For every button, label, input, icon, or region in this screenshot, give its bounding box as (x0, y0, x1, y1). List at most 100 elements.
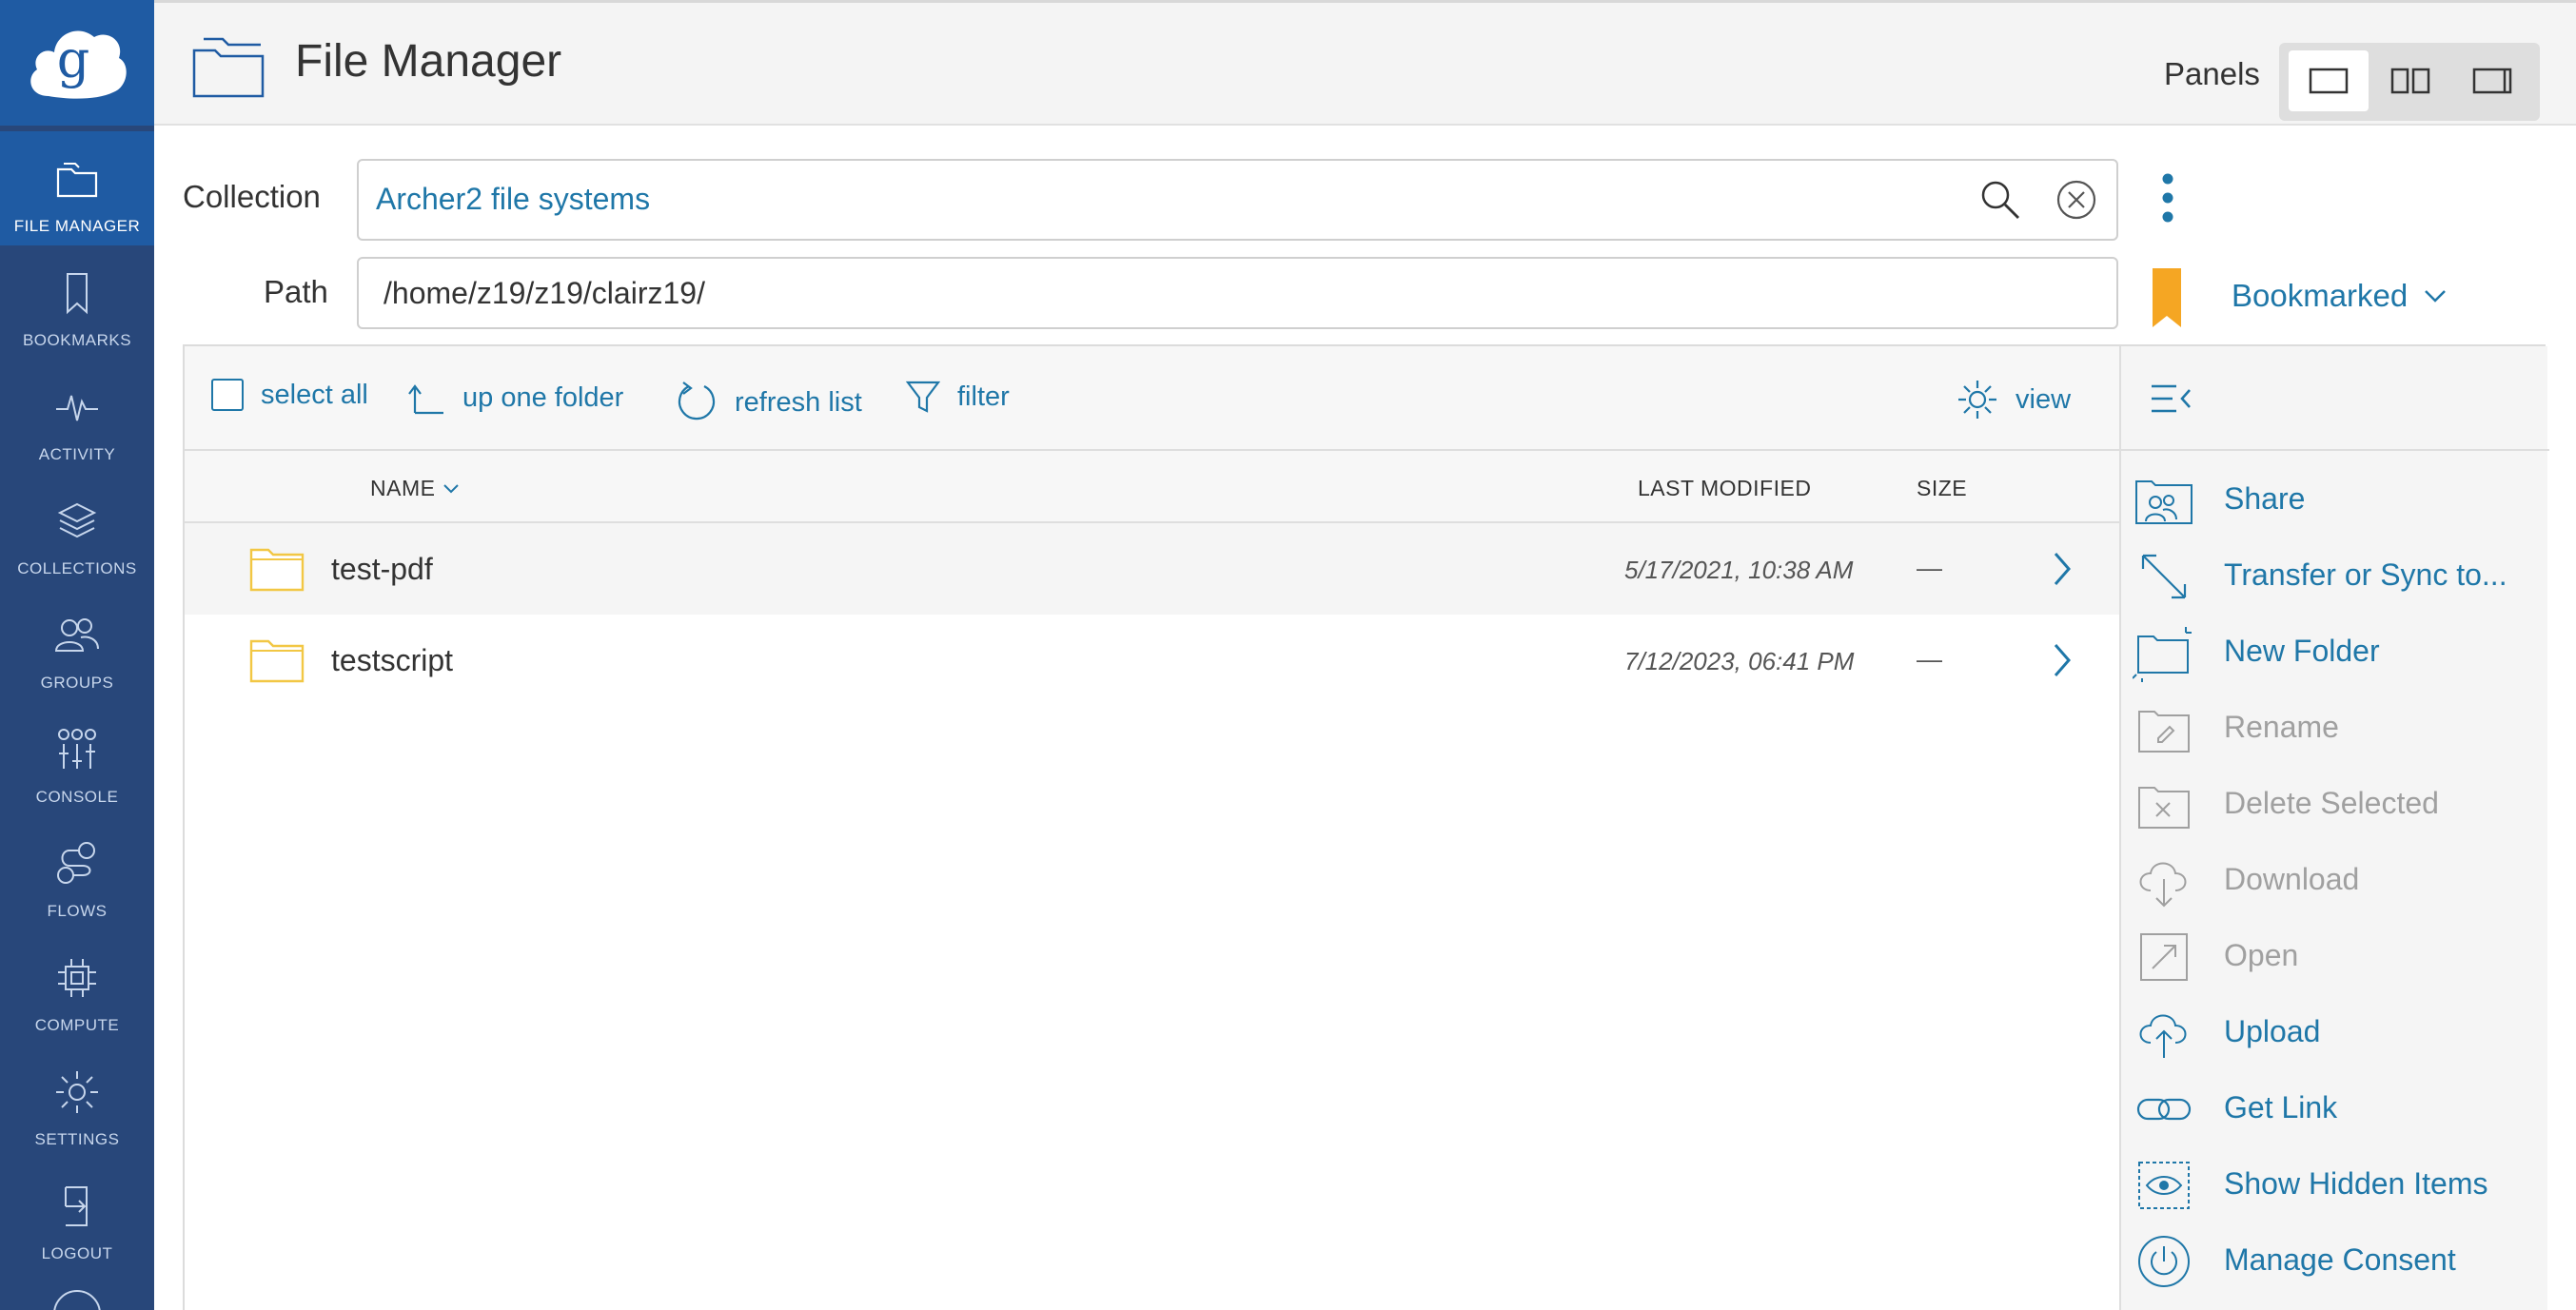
dual-panel-icon (2390, 68, 2430, 94)
select-all-checkbox[interactable] (211, 379, 244, 411)
globus-logo[interactable]: g (0, 0, 154, 126)
filter-icon (906, 381, 940, 413)
nav-label: BOOKMARKS (22, 331, 132, 349)
nav-bookmarks[interactable]: BOOKMARKS (0, 245, 154, 360)
panels-toggle (2279, 43, 2540, 121)
file-row[interactable]: testscript 7/12/2023, 06:41 PM — (185, 615, 2119, 706)
nav-flows[interactable]: FLOWS (0, 816, 154, 930)
get-link-action[interactable]: Get Link (2121, 1071, 2549, 1147)
transfer-action[interactable]: Transfer or Sync to... (2121, 538, 2549, 615)
actions-panel: Share Transfer or Sync to... New Folder … (2119, 346, 2549, 1310)
right-panel-button[interactable] (2452, 50, 2532, 111)
nav-settings[interactable]: SETTINGS (0, 1045, 154, 1159)
file-modified: 7/12/2023, 06:41 PM (1624, 647, 1855, 675)
nav-groups[interactable]: GROUPS (0, 588, 154, 702)
action-label: Download (2224, 862, 2360, 896)
view-label: view (2016, 383, 2072, 415)
nav-console[interactable]: CONSOLE (0, 702, 154, 816)
chevron-right-icon[interactable] (2052, 550, 2075, 588)
open-action[interactable]: Open (2121, 919, 2549, 995)
eye-icon (2138, 1162, 2190, 1209)
nav-compute[interactable]: COMPUTE (0, 930, 154, 1045)
size-column-header[interactable]: SIZE (1917, 476, 1967, 501)
nav-logout[interactable]: LOGOUT (0, 1159, 154, 1273)
select-all-button[interactable]: select all (211, 379, 368, 411)
side-nav: g FILE MANAGER BOOKMARKS ACTIVITY COLLEC… (0, 0, 154, 1310)
help-icon[interactable] (53, 1290, 101, 1310)
upload-action[interactable]: Upload (2121, 995, 2549, 1071)
folder-icon (192, 37, 265, 98)
collection-value: Archer2 file systems (376, 182, 651, 216)
single-panel-button[interactable] (2289, 50, 2369, 111)
page-title: File Manager (295, 36, 562, 87)
folder-icon (249, 639, 305, 683)
nav-collections[interactable]: COLLECTIONS (0, 474, 154, 588)
nav-label: CONSOLE (35, 788, 119, 806)
collection-input[interactable]: Archer2 file systems (357, 159, 2118, 241)
up-folder-icon (408, 384, 443, 415)
path-value: /home/z19/z19/clairz19/ (383, 276, 705, 310)
action-label: Manage Consent (2224, 1242, 2456, 1277)
transfer-icon (2141, 554, 2187, 599)
chevron-right-icon[interactable] (2052, 641, 2075, 679)
file-size: — (1917, 645, 1942, 674)
action-label: Show Hidden Items (2224, 1166, 2488, 1201)
actions-panel-header (2121, 346, 2549, 451)
filter-button[interactable]: filter (906, 379, 1010, 415)
delete-icon (2138, 787, 2190, 829)
show-hidden-items-action[interactable]: Show Hidden Items (2121, 1147, 2549, 1223)
up-one-folder-button[interactable]: up one folder (407, 379, 623, 417)
sort-down-icon (443, 483, 460, 493)
path-input[interactable]: /home/z19/z19/clairz19/ (357, 257, 2118, 329)
file-name: testscript (331, 643, 454, 677)
folder-icon (249, 548, 305, 592)
name-column-label: NAME (370, 476, 436, 500)
file-panel: select all up one folder refresh list fi… (183, 344, 2549, 1310)
new-folder-icon (2133, 627, 2192, 682)
nav-label: FILE MANAGER (13, 217, 141, 235)
power-icon (2138, 1236, 2190, 1287)
nav-label: ACTIVITY (38, 445, 116, 463)
bookmarked-label: Bookmarked (2232, 278, 2409, 313)
refresh-list-button[interactable]: refresh list (676, 379, 862, 426)
delete-selected-action[interactable]: Delete Selected (2121, 767, 2549, 843)
search-icon[interactable] (1978, 178, 2022, 222)
globus-logo-icon: g (30, 29, 127, 99)
nav-label: SETTINGS (34, 1130, 120, 1148)
collapse-menu-icon[interactable] (2150, 382, 2193, 415)
filter-label: filter (957, 381, 1010, 412)
file-modified: 5/17/2021, 10:38 AM (1624, 556, 1854, 584)
clear-icon[interactable] (2055, 178, 2098, 222)
bookmark-flag-icon[interactable] (2153, 268, 2181, 327)
view-button[interactable]: view (1957, 379, 2071, 420)
last-modified-column-header[interactable]: LAST MODIFIED (1638, 476, 1811, 501)
chevron-down-icon (2425, 290, 2447, 303)
console-icon (58, 729, 96, 769)
nav-activity[interactable]: ACTIVITY (0, 360, 154, 474)
share-action[interactable]: Share (2121, 462, 2549, 538)
action-label: Upload (2224, 1014, 2321, 1048)
refresh-list-label: refresh list (735, 386, 862, 418)
rename-icon (2138, 711, 2190, 753)
name-column-header[interactable]: NAME (370, 476, 460, 501)
logout-icon (65, 1186, 88, 1226)
rename-action[interactable]: Rename (2121, 691, 2549, 767)
nav-label: GROUPS (40, 674, 114, 692)
new-folder-action[interactable]: New Folder (2121, 615, 2549, 691)
gear-icon (1958, 381, 1996, 419)
action-label: Get Link (2224, 1090, 2338, 1124)
nav-file-manager[interactable]: FILE MANAGER (0, 131, 154, 245)
file-row[interactable]: test-pdf 5/17/2021, 10:38 AM — (185, 523, 2119, 615)
column-headers: NAME LAST MODIFIED SIZE (185, 451, 2119, 523)
more-options-icon[interactable] (2156, 171, 2179, 225)
bookmarked-dropdown[interactable]: Bookmarked (2232, 278, 2448, 314)
manage-consent-action[interactable]: Manage Consent (2121, 1223, 2549, 1300)
upload-icon (2139, 1014, 2187, 1058)
up-one-folder-label: up one folder (462, 381, 624, 413)
groups-icon (54, 618, 99, 652)
dual-panel-button[interactable] (2370, 50, 2450, 111)
action-label: New Folder (2224, 634, 2380, 668)
action-label: Delete Selected (2224, 786, 2439, 820)
download-action[interactable]: Download (2121, 843, 2549, 919)
open-icon (2140, 933, 2188, 981)
